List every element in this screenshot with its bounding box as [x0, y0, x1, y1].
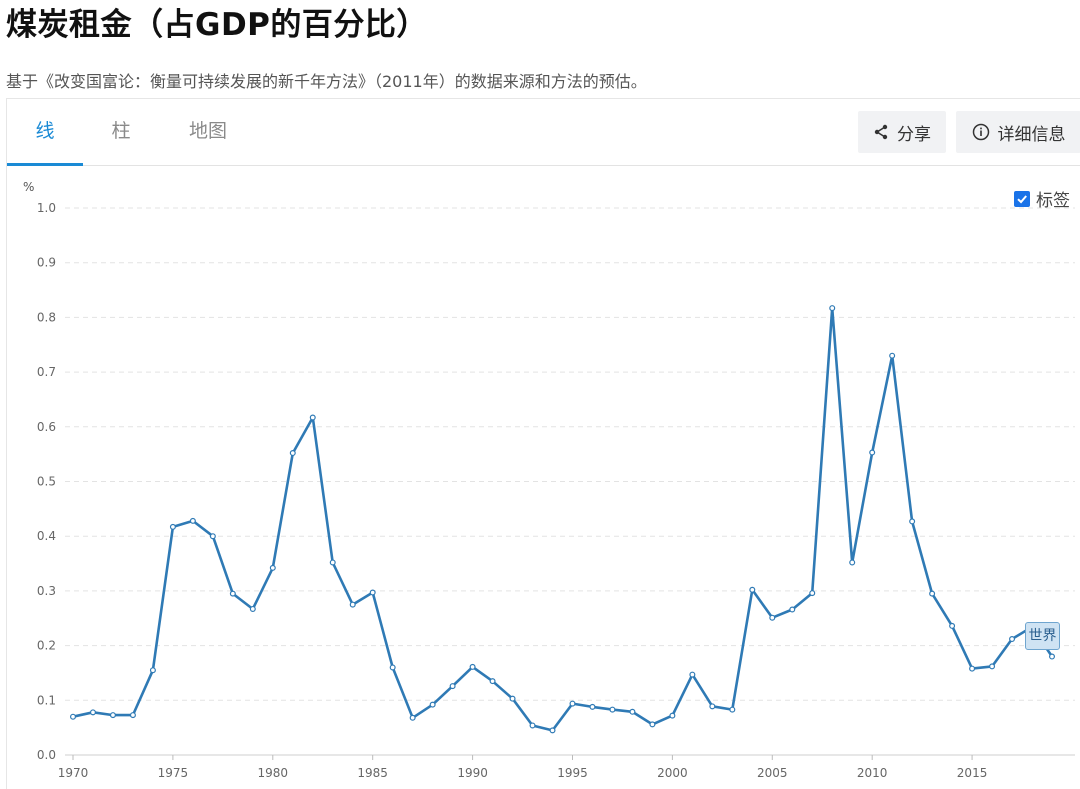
data-point [689, 671, 696, 678]
series-world [69, 305, 1055, 734]
data-point [829, 305, 836, 312]
x-tick-label: 2010 [857, 766, 888, 780]
x-axis-ticks: 1970 1975 1980 1985 1990 1995 2000 2005 2010 2015 [58, 755, 988, 780]
data-point [429, 701, 436, 708]
data-point [929, 590, 936, 597]
y-tick-label: 0.6 [37, 420, 56, 434]
data-point [749, 586, 756, 593]
x-tick-label: 1970 [58, 766, 89, 780]
labels-toggle-label: 标签 [1036, 191, 1070, 211]
x-tick-label: 2015 [957, 766, 988, 780]
data-point [709, 703, 716, 710]
x-tick-label: 2005 [757, 766, 788, 780]
data-point [1009, 636, 1016, 643]
x-tick-label: 1985 [357, 766, 388, 780]
data-point [549, 727, 556, 734]
data-point [369, 589, 376, 596]
data-point [449, 683, 456, 690]
data-point [349, 601, 356, 608]
data-point [269, 564, 276, 571]
x-tick-label: 1975 [158, 766, 189, 780]
line-chart: % 0.0 0.1 0.2 0.3 0.4 0.5 0.6 0.7 0.8 0.9 1.0 1970… [23, 180, 1075, 780]
data-point [289, 450, 296, 457]
data-point [789, 606, 796, 613]
data-point [609, 706, 616, 713]
data-point [649, 721, 656, 728]
data-point [149, 667, 156, 674]
labels-toggle[interactable]: 标签 [1014, 186, 1070, 211]
series-end-label: 世界 [1025, 622, 1060, 650]
data-point [909, 518, 916, 525]
data-point [409, 714, 416, 721]
y-tick-label: 0.1 [37, 693, 56, 707]
data-point [669, 712, 676, 719]
data-point [69, 713, 76, 720]
data-point [249, 605, 256, 612]
data-point [589, 703, 596, 710]
x-tick-label: 1980 [258, 766, 289, 780]
y-tick-label: 0.7 [37, 365, 56, 379]
data-point [889, 352, 896, 359]
x-tick-label: 1995 [557, 766, 588, 780]
y-tick-label: 0.8 [37, 310, 56, 324]
data-point [129, 712, 136, 719]
data-point [309, 414, 316, 421]
data-point [109, 712, 116, 719]
y-tick-label: 0.3 [37, 584, 56, 598]
data-point [489, 678, 496, 685]
data-point [809, 590, 816, 597]
data-point [469, 663, 476, 670]
data-point [189, 517, 196, 524]
data-point [529, 722, 536, 729]
y-tick-label: 0.9 [37, 256, 56, 270]
data-point [769, 614, 776, 621]
data-point [729, 706, 736, 713]
x-tick-label: 1990 [457, 766, 488, 780]
data-point [389, 664, 396, 671]
data-point [869, 449, 876, 456]
data-point [949, 622, 956, 629]
data-point [1048, 653, 1055, 660]
data-point [969, 665, 976, 672]
data-point [629, 708, 636, 715]
data-point [569, 700, 576, 707]
y-tick-label: 0.5 [37, 475, 56, 489]
gridlines [65, 207, 1075, 756]
data-point [989, 663, 996, 670]
series-line [72, 306, 1054, 732]
y-tick-label: 0.2 [37, 639, 56, 653]
data-point [169, 523, 176, 530]
data-point [209, 533, 216, 540]
data-point [849, 559, 856, 566]
data-point [509, 695, 516, 702]
y-tick-label: 0.4 [37, 529, 56, 543]
y-axis-ticks: 0.0 0.1 0.2 0.3 0.4 0.5 0.6 0.7 0.8 0.9 1.0 [37, 201, 56, 762]
y-tick-label: 0.0 [37, 748, 56, 762]
data-point [229, 590, 236, 597]
y-tick-label: 1.0 [37, 201, 56, 215]
checkbox-checked-icon[interactable] [1014, 190, 1030, 207]
data-point [89, 709, 96, 716]
y-axis-unit: % [23, 180, 34, 194]
data-point [329, 559, 336, 566]
x-tick-label: 2000 [657, 766, 688, 780]
